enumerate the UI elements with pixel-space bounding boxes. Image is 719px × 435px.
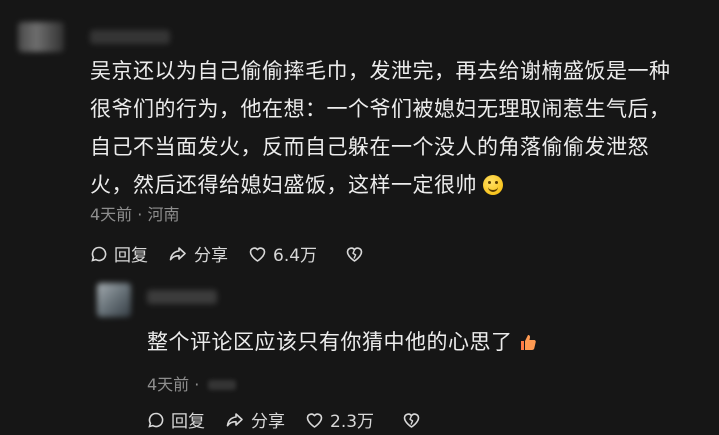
broken-heart-icon	[403, 412, 420, 428]
like-button[interactable]: 6.4万	[248, 241, 317, 266]
comment-line: 很爷们的行为，他在想：一个爷们被媳妇无理取闹惹生气后，	[90, 97, 671, 121]
comment-bubble-icon	[148, 412, 164, 428]
meta-separator: ·	[137, 205, 143, 224]
dislike-button[interactable]	[402, 411, 427, 429]
comment-actions: 回复 分享 6.4万	[90, 241, 390, 266]
share-button[interactable]: 分享	[168, 241, 228, 266]
reply-meta: 4天前 ·	[147, 371, 237, 395]
share-button[interactable]: 分享	[225, 407, 285, 432]
avatar[interactable]	[18, 22, 64, 52]
reply-button[interactable]: 回复	[147, 407, 205, 432]
reply-text: 整个评论区应该只有你猜中他的心思了	[147, 326, 537, 356]
like-count: 6.4万	[273, 246, 318, 266]
thumbs-up-emoji	[520, 335, 536, 350]
share-arrow-icon	[169, 246, 186, 260]
comment-line: 自己不当面发火，反而自己躲在一个没人的角落偷偷发泄怒	[90, 135, 649, 159]
share-arrow-icon	[226, 412, 243, 426]
smiling-face-emoji	[483, 175, 503, 195]
comment-line: 吴京还以为自己偷偷摔毛巾，发泄完，再去给谢楠盛饭是一种	[90, 59, 671, 83]
reply-time: 4天前	[147, 375, 190, 394]
reply-label: 回复	[114, 246, 148, 266]
comment-meta: 4天前 · 河南	[90, 201, 179, 225]
reply-location	[208, 380, 237, 390]
share-label: 分享	[194, 246, 228, 266]
broken-heart-icon	[346, 246, 363, 262]
reply-label: 回复	[171, 412, 205, 432]
comment-bubble-icon	[91, 246, 107, 262]
comment-line: 火，然后还得给媳妇盛饭，这样一定很帅	[90, 166, 690, 204]
comment-time: 4天前	[90, 205, 133, 224]
dislike-button[interactable]	[345, 245, 370, 263]
heart-icon	[306, 412, 323, 428]
heart-icon	[249, 246, 266, 262]
username[interactable]	[90, 30, 170, 44]
comment-text: 吴京还以为自己偷偷摔毛巾，发泄完，再去给谢楠盛饭是一种 很爷们的行为，他在想：一…	[90, 52, 690, 204]
like-count: 2.3万	[330, 412, 375, 432]
share-label: 分享	[251, 412, 285, 432]
comment-location: 河南	[147, 205, 180, 224]
reply-button[interactable]: 回复	[90, 241, 148, 266]
reply-username[interactable]	[147, 290, 217, 304]
reply-avatar[interactable]	[97, 283, 131, 317]
reply-actions: 回复 分享 2.3万	[147, 407, 447, 432]
like-button[interactable]: 2.3万	[305, 407, 374, 432]
meta-separator: ·	[194, 375, 200, 394]
